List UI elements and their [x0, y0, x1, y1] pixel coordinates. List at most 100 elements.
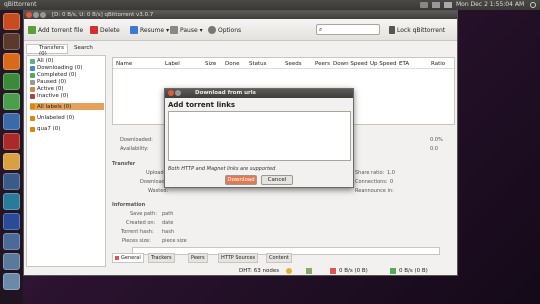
label-all[interactable]: All labels (0) — [30, 103, 104, 110]
connections-label: Connections: — [355, 179, 388, 185]
dialog-heading: Add torrent links — [168, 101, 236, 109]
filter-downloading[interactable]: Downloading (0) — [30, 65, 104, 71]
minimize-icon[interactable] — [33, 12, 39, 18]
network-icon[interactable] — [432, 2, 440, 8]
main-tabs: Transfers (0) Search — [26, 43, 106, 57]
download-from-urls-dialog: Download from urls Add torrent links Bot… — [164, 88, 354, 188]
reannounce-label: Reannounce in: — [355, 188, 394, 194]
pause-button[interactable]: Pause ▾ — [170, 25, 203, 35]
close-icon[interactable] — [168, 90, 174, 96]
minimize-icon[interactable] — [175, 90, 181, 96]
add-torrent-file-button[interactable]: Add torrent file — [28, 25, 83, 35]
connection-status-icon[interactable] — [286, 268, 292, 274]
status-bar: DHT: 63 nodes 0 B/s (0 B) 0 B/s (0 B) — [24, 267, 457, 276]
filter-active[interactable]: Active (0) — [30, 86, 104, 92]
qbittorrent-icon[interactable] — [3, 213, 20, 230]
pieces-value: piece size — [162, 238, 187, 244]
save-path-label: Save path: — [130, 211, 157, 217]
upload-speed[interactable]: 0 B/s (0 B) — [399, 268, 428, 274]
column-header[interactable]: Peers — [315, 61, 330, 67]
settings-icon[interactable] — [3, 173, 20, 190]
volume-icon[interactable] — [444, 2, 452, 8]
column-header[interactable]: ETA — [399, 61, 409, 67]
column-header[interactable]: Name — [116, 61, 132, 67]
libreoffice-impress-icon[interactable] — [3, 113, 20, 130]
window-title: [D: 0 B/s, U: 0 B/s] qBittorrent v3.0.7 — [52, 12, 154, 18]
amazon-icon[interactable] — [3, 153, 20, 170]
torrent-hash-label: Torrent hash: — [121, 229, 154, 235]
files-icon[interactable] — [3, 33, 20, 50]
column-header[interactable]: Size — [205, 61, 216, 67]
label-unlabeled[interactable]: Unlabeled (0) — [30, 115, 104, 121]
download-button[interactable]: Download — [225, 175, 257, 185]
drive-icon[interactable] — [3, 253, 20, 270]
search-icon: ⌕ — [319, 26, 323, 33]
column-header[interactable]: Status — [249, 61, 267, 67]
dash-icon[interactable] — [3, 13, 20, 30]
transfer-heading: Transfer — [112, 161, 136, 167]
column-header[interactable]: Label — [165, 61, 180, 67]
tab-http-sources[interactable]: HTTP Sources — [218, 253, 259, 263]
trash-icon[interactable] — [3, 273, 20, 290]
software-center-icon[interactable] — [3, 133, 20, 150]
resume-button[interactable]: Resume ▾ — [130, 25, 169, 35]
tab-search[interactable]: Search — [74, 45, 93, 51]
wasted-label: Wasted: — [148, 188, 169, 194]
firefox-icon[interactable] — [3, 53, 20, 70]
header-divider — [113, 68, 454, 69]
tab-content[interactable]: Content — [266, 253, 292, 263]
maximize-icon[interactable] — [40, 12, 46, 18]
workspace-icon[interactable] — [3, 233, 20, 250]
column-header[interactable]: Up Speed — [370, 61, 397, 67]
torrent-hash-value: hash — [162, 229, 175, 235]
dialog-title: Download from urls — [195, 90, 256, 96]
downloaded-label: Downloaded: — [120, 137, 153, 143]
libreoffice-calc-icon[interactable] — [3, 93, 20, 110]
search-input[interactable]: ⌕ — [316, 24, 380, 35]
column-header[interactable]: Ratio — [431, 61, 445, 67]
torrent-links-input[interactable] — [168, 111, 351, 161]
column-header[interactable]: Seeds — [285, 61, 302, 67]
options-button[interactable]: Options — [208, 25, 241, 35]
lock-button[interactable]: Lock qBittorrent — [389, 25, 445, 35]
lock-icon — [389, 26, 395, 34]
speed-limit-icon[interactable] — [306, 268, 312, 274]
connections-value: 0 — [390, 179, 394, 185]
delete-icon — [90, 26, 98, 34]
active-app-name: qBittorrent — [4, 1, 37, 8]
toolbar: Add torrent file Delete Resume ▾ Pause ▾ O… — [24, 19, 457, 41]
tab-general[interactable]: General — [112, 253, 144, 263]
share-ratio-value: 1.0 — [387, 170, 395, 176]
app-icon[interactable] — [3, 193, 20, 210]
power-icon[interactable] — [530, 2, 536, 8]
filter-sidebar: All (0) Downloading (0) Completed (0) Pa… — [26, 55, 106, 267]
launcher — [0, 10, 23, 304]
terminal-icon[interactable] — [3, 73, 20, 90]
top-panel: qBittorrent Mon Dec 2 1:55:04 AM — [0, 0, 540, 10]
column-header[interactable]: Down Speed — [333, 61, 368, 67]
delete-button[interactable]: Delete — [90, 25, 120, 35]
close-icon[interactable] — [26, 12, 32, 18]
upload-icon — [390, 268, 396, 274]
dht-status: DHT: 63 nodes — [239, 268, 280, 274]
label-qua7[interactable]: qua7 (0) — [30, 126, 104, 132]
filter-paused[interactable]: Paused (0) — [30, 79, 104, 85]
filter-inactive[interactable]: Inactive (0) — [30, 93, 104, 99]
share-ratio-label: Share ratio: — [355, 170, 385, 176]
column-header[interactable]: Done — [225, 61, 239, 67]
mail-icon[interactable] — [420, 2, 428, 8]
save-path-value: path — [162, 211, 174, 217]
information-heading: Information — [112, 202, 146, 208]
cancel-button[interactable]: Cancel — [261, 175, 293, 185]
pieces-label: Pieces size: — [122, 238, 151, 244]
download-speed[interactable]: 0 B/s (0 B) — [339, 268, 368, 274]
filter-all[interactable]: All (0) — [30, 58, 104, 64]
availability-label: Availability: — [120, 146, 149, 152]
play-icon — [130, 26, 138, 34]
tab-transfers[interactable]: Transfers (0) — [26, 44, 68, 57]
tab-peers[interactable]: Peers — [188, 253, 208, 263]
add-icon — [28, 26, 36, 34]
clock[interactable]: Mon Dec 2 1:55:04 AM — [456, 1, 524, 8]
filter-completed[interactable]: Completed (0) — [30, 72, 104, 78]
tab-trackers[interactable]: Trackers — [148, 253, 175, 263]
